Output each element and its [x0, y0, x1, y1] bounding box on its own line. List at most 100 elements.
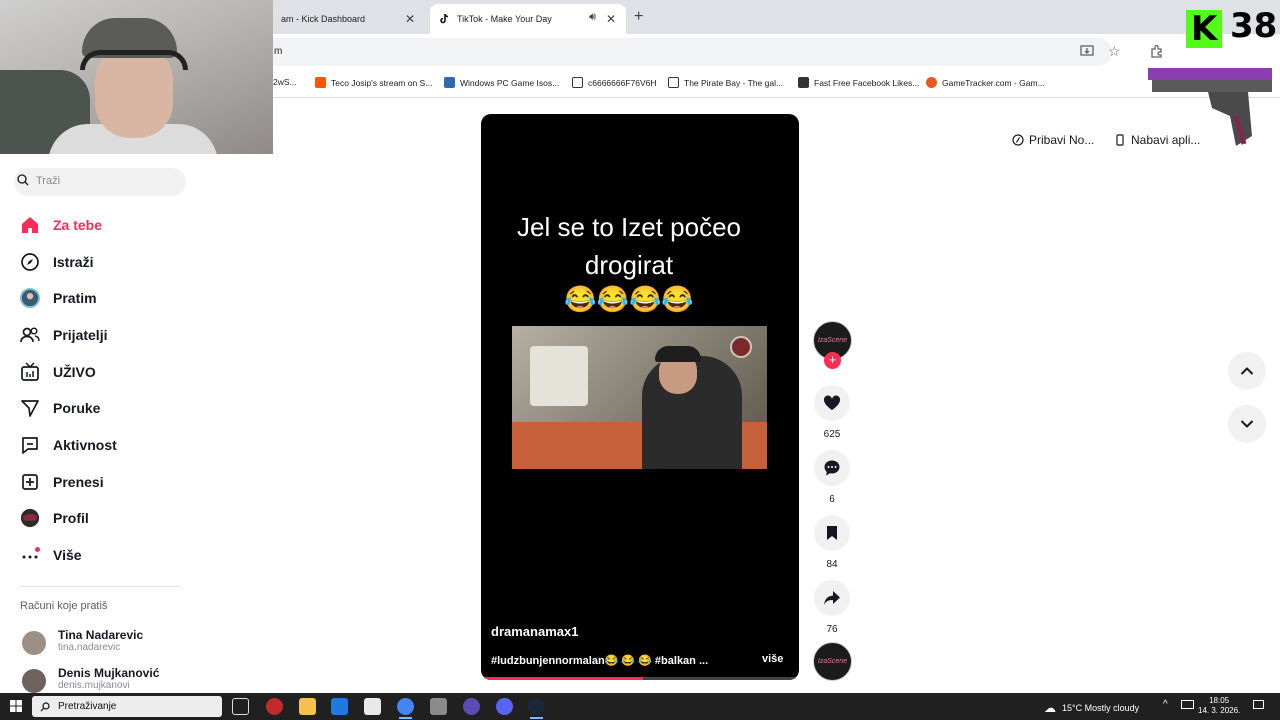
avatar	[22, 669, 46, 693]
sidebar-item-profile[interactable]: Profil	[20, 506, 89, 530]
sidebar-item-live[interactable]: UŽIVO	[20, 360, 96, 384]
following-account[interactable]: Denis Mujkanović denis.mujkanovi	[22, 666, 159, 693]
channel-watermark	[730, 336, 752, 358]
app-icon[interactable]	[430, 698, 447, 715]
bookmark-item[interactable]: 2wS...	[273, 77, 297, 87]
address-bar[interactable]: m	[262, 38, 1112, 66]
app-icon[interactable]	[266, 698, 283, 715]
like-count: 625	[823, 429, 841, 440]
emoji-row: 😂😂😂😂	[564, 284, 694, 314]
avatar-icon	[20, 288, 40, 308]
sidebar-item-following[interactable]: Pratim	[20, 286, 97, 310]
video-player[interactable]: Jel se to Izet počeo drogirat 😂😂😂😂 drama…	[481, 114, 799, 680]
tab-kick-dashboard[interactable]: am - Kick Dashboard ✕	[273, 4, 425, 34]
music-disc[interactable]: IzaScene	[813, 642, 852, 681]
sidebar-item-explore[interactable]: Istraži	[20, 250, 93, 274]
sidebar-item-for-you[interactable]: Za tebe	[20, 213, 102, 237]
sidebar-item-friends[interactable]: Prijatelji	[20, 323, 107, 347]
video-progress-bar[interactable]	[481, 677, 799, 680]
see-more-button[interactable]: više	[762, 653, 783, 665]
url-text: m	[274, 46, 283, 57]
close-icon[interactable]: ✕	[405, 12, 415, 26]
search-placeholder: Traži	[36, 175, 61, 187]
comment-button[interactable]	[814, 450, 850, 486]
video-hashtags[interactable]: #ludzbunjennormalan😂 😂 😂 #balkan ...	[491, 654, 708, 667]
site-icon	[444, 77, 455, 88]
upload-icon	[20, 472, 40, 492]
site-icon	[798, 77, 809, 88]
save-count: 84	[826, 559, 838, 570]
close-icon[interactable]: ✕	[606, 12, 616, 26]
divider	[20, 586, 180, 587]
following-account[interactable]: Tina Nadarevic tina.nadarevic	[22, 628, 143, 655]
bookmark-item[interactable]: Teco Josip's stream on S...	[315, 77, 432, 88]
computer-icon	[572, 77, 583, 88]
sidebar-item-upload[interactable]: Prenesi	[20, 470, 104, 494]
install-app-icon[interactable]	[1080, 44, 1094, 61]
tiktok-icon	[438, 13, 450, 25]
discord-icon[interactable]	[496, 698, 513, 715]
previous-video-button[interactable]	[1228, 352, 1266, 390]
search-input[interactable]: Traži	[14, 168, 186, 196]
chevron-up-icon	[1240, 367, 1254, 375]
video-frame	[512, 326, 767, 469]
chevron-down-icon	[1240, 420, 1254, 428]
comment-count: 6	[829, 494, 835, 505]
follow-button[interactable]: +	[824, 352, 841, 369]
video-author[interactable]: dramanamax1	[491, 624, 578, 639]
webcam-overlay	[0, 0, 273, 154]
home-icon	[20, 215, 40, 235]
store-icon[interactable]	[364, 698, 381, 715]
more-icon	[20, 545, 40, 565]
tab-label: TikTok - Make Your Day	[457, 14, 552, 24]
bookmark-item[interactable]: GameTracker.com - Gam...	[926, 77, 1045, 88]
speaker-icon[interactable]: 🔊︎	[589, 11, 596, 24]
bookmark-star-icon[interactable]: ☆	[1108, 43, 1121, 60]
notification-icon[interactable]	[1253, 700, 1264, 709]
windows-start-icon[interactable]	[10, 700, 22, 712]
bookmark-item[interactable]: Fast Free Facebook Likes...	[798, 77, 919, 88]
outlook-icon[interactable]	[331, 698, 348, 715]
taskbar-search-input[interactable]: Pretraživanje	[32, 696, 222, 717]
bookmark-icon	[827, 526, 837, 540]
computer-icon	[668, 77, 679, 88]
steam-icon[interactable]	[528, 698, 545, 719]
chevron-up-icon[interactable]: ^	[1163, 699, 1168, 710]
new-tab-button[interactable]: +	[634, 8, 643, 26]
get-coins-button[interactable]: Pribavi No...	[1012, 128, 1094, 152]
windows-taskbar: Pretraživanje ☁ 15°C Mostly cloudy ^ 18:…	[0, 693, 1280, 720]
task-view-icon[interactable]	[232, 698, 249, 715]
viewer-count: 38	[1230, 6, 1278, 46]
bookmark-item[interactable]: c6666666F76V6H	[572, 77, 657, 88]
app-icon[interactable]	[463, 698, 480, 715]
sidebar-item-more[interactable]: Više	[20, 543, 82, 567]
chrome-icon[interactable]	[397, 698, 414, 719]
weather-widget[interactable]: ☁ 15°C Mostly cloudy	[1044, 701, 1139, 715]
get-app-button[interactable]: Nabavi apli...	[1114, 128, 1200, 152]
tab-tiktok[interactable]: TikTok - Make Your Day 🔊︎ ✕	[430, 4, 626, 34]
share-button[interactable]	[814, 580, 850, 616]
keyboard-icon[interactable]	[1181, 700, 1194, 709]
bookmark-item[interactable]: The Pirate Bay - The gal...	[668, 77, 783, 88]
search-icon	[17, 174, 29, 186]
file-explorer-icon[interactable]	[299, 698, 316, 715]
extensions-icon[interactable]	[1150, 44, 1164, 61]
next-video-button[interactable]	[1228, 405, 1266, 443]
cloud-icon: ☁	[1044, 701, 1056, 715]
sidebar-item-activity[interactable]: Aktivnost	[20, 433, 117, 457]
heart-icon	[823, 395, 841, 410]
gametracker-icon	[926, 77, 937, 88]
profile-icon	[20, 508, 40, 528]
sidebar-item-messages[interactable]: Poruke	[20, 396, 100, 420]
taskbar-clock[interactable]: 18:05 14. 3. 2026.	[1198, 696, 1240, 716]
search-icon	[40, 702, 50, 712]
share-icon	[824, 591, 840, 605]
kick-logo: K	[1186, 10, 1222, 48]
activity-icon	[20, 435, 40, 455]
bookmark-item[interactable]: Windows PC Game Isos...	[444, 77, 559, 88]
compass-icon	[20, 252, 40, 272]
video-progress-fill	[481, 677, 644, 680]
save-button[interactable]	[814, 515, 850, 551]
like-button[interactable]	[814, 385, 850, 421]
headphones	[80, 50, 188, 70]
